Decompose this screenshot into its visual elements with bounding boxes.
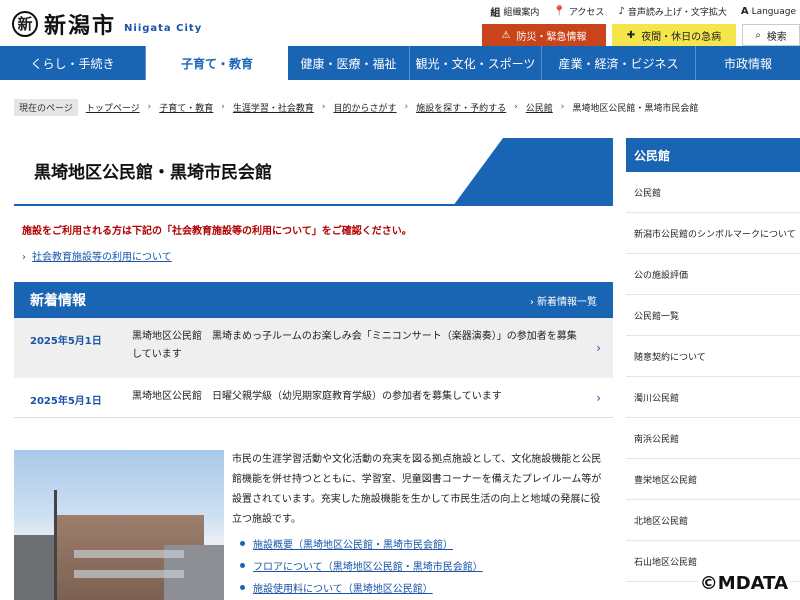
site-logo[interactable]: 新 新潟市 Niigata City (12, 8, 202, 40)
news-header: 新着情報 › 新着情報一覧 (14, 282, 613, 318)
news-item[interactable]: 2025年5月1日 黒埼地区公民館 黒埼まめっ子ルームのお楽しみ会「ミニコンサー… (14, 318, 613, 378)
sidebar-item[interactable]: 南浜公民館 (626, 418, 800, 459)
sidebar-heading[interactable]: 公民館 (626, 138, 800, 172)
nav-childcare-education[interactable]: 子育て・教育 (146, 46, 288, 80)
sidebar-item[interactable]: 豊栄地区公民館 (626, 459, 800, 500)
news-item[interactable]: 2025年5月1日 黒埼地区公民館 日曜父親学級（幼児期家庭教育学級）の参加者を… (14, 378, 613, 418)
chevron-right-icon: › (22, 252, 26, 263)
facility-photo (14, 450, 224, 600)
chevron-right-icon: › (596, 390, 601, 405)
link-fees[interactable]: 施設使用料について（黒埼地区公民館） (240, 576, 483, 598)
breadcrumb-separator: › (560, 102, 565, 112)
site-header: 新 新潟市 Niigata City 組組織案内 📍 アクセス ♪ 音声読み上げ・文… (0, 0, 800, 46)
link-overview[interactable]: 施設概要（黒埼地区公民館・黒埼市民会館） (240, 532, 483, 554)
usage-notice-link-text: 社会教育施設等の利用について (32, 252, 172, 263)
util-access[interactable]: 📍 アクセス (553, 4, 604, 19)
nav-health[interactable]: 健康・医療・福祉 (288, 46, 410, 80)
copyright-watermark: ©MDATA (697, 573, 790, 594)
util-organization[interactable]: 組組織案内 (490, 4, 539, 19)
breadcrumb-purpose[interactable]: 目的からさがす (334, 101, 397, 114)
facility-description: 市民の生涯学習活動や文化活動の充実を図る拠点施設として、文化施設機能と公民館機能… (232, 454, 602, 525)
night-emergency-button[interactable]: ✚ 夜間・休日の急病 (612, 24, 736, 46)
sidebar-item[interactable]: 北地区公民館 (626, 500, 800, 541)
news-date: 2025年5月1日 (30, 396, 102, 407)
sidebar-item[interactable]: 新潟市公民館のシンボルマークについて (626, 213, 800, 254)
page-title-block: 黒埼地区公民館・黒埼市民会館 (14, 138, 613, 206)
breadcrumb-current-label: 現在のページ (14, 98, 78, 116)
link-floor[interactable]: フロアについて（黒埼地区公民館・黒埼市民会館） (240, 554, 483, 576)
logo-english: Niigata City (124, 22, 203, 34)
breadcrumb-separator: › (221, 102, 225, 112)
global-nav: くらし・手続き 子育て・教育 健康・医療・福祉 観光・文化・スポーツ 産業・経済… (0, 46, 800, 80)
news-date: 2025年5月1日 (30, 336, 102, 347)
breadcrumb-separator: › (321, 102, 326, 112)
title-underline (14, 204, 613, 206)
util-language[interactable]: A Language (741, 4, 796, 19)
breadcrumb-separator: › (147, 102, 152, 112)
breadcrumb-facilities[interactable]: 施設を探す・予約する (416, 101, 506, 114)
logo-text: 新潟市 (44, 14, 117, 39)
breadcrumb-current: 黒埼地区公民館・黒埼市民会館 (572, 103, 699, 114)
sidebar: 公民館 公民館 新潟市公民館のシンボルマークについて 公の施設評価 公民館一覧 … (626, 138, 800, 582)
bullet-icon (240, 584, 245, 590)
usage-notice: 施設をご利用される方は下記の「社会教育施設等の利用について」をご確認ください。 (22, 226, 412, 237)
speaker-icon: ♪ (618, 6, 625, 17)
hospital-icon: ✚ (626, 29, 636, 41)
bullet-icon (240, 562, 245, 568)
breadcrumb: 現在のページ トップページ › 子育て・教育 › 生涯学習・社会教育 › 目的か… (0, 94, 800, 120)
disaster-info-button[interactable]: ⚠ 防災・緊急情報 (482, 24, 606, 46)
news-text: 黒埼地区公民館 黒埼まめっ子ルームのお楽しみ会「ミニコンサート（楽器演奏）」の参… (132, 331, 577, 360)
city-emblem-icon: 新 (12, 11, 38, 37)
sidebar-item[interactable]: 公民館 (626, 172, 800, 213)
alert-buttons: ⚠ 防災・緊急情報 ✚ 夜間・休日の急病 ⌕ 検索 (482, 24, 800, 46)
photo-window (74, 570, 184, 578)
breadcrumb-kominkan[interactable]: 公民館 (526, 101, 553, 114)
nav-industry-label: 産業・経済・ビジネス (558, 56, 679, 71)
nav-living[interactable]: くらし・手続き (0, 46, 146, 80)
photo-pole (54, 490, 57, 600)
warning-icon: ⚠ (501, 29, 511, 41)
breadcrumb-separator: › (404, 102, 409, 112)
utility-links: 組組織案内 📍 アクセス ♪ 音声読み上げ・文字拡大 A Language (490, 4, 796, 19)
nav-childcare-label: 子育て・教育 (180, 56, 253, 71)
nav-health-label: 健康・医療・福祉 (300, 56, 397, 71)
sidebar-item[interactable]: 随意契約について (626, 336, 800, 377)
usage-notice-link[interactable]: › 社会教育施設等の利用について (22, 248, 172, 263)
nav-living-label: くらし・手続き (30, 56, 115, 71)
news-heading: 新着情報 (30, 293, 86, 309)
breadcrumb-top[interactable]: トップページ (86, 101, 140, 114)
chevron-right-icon: › (596, 341, 601, 355)
nav-tourism-label: 観光・文化・スポーツ (415, 56, 536, 71)
nav-industry[interactable]: 産業・経済・ビジネス (542, 46, 696, 80)
photo-window (74, 550, 184, 558)
news-text: 黒埼地区公民館 日曜父親学級（幼児期家庭教育学級）の参加者を募集しています (132, 391, 502, 402)
facility-links: 施設概要（黒埼地区公民館・黒埼市民会館） フロアについて（黒埼地区公民館・黒埼市… (240, 532, 483, 598)
title-accent (453, 138, 613, 206)
search-button[interactable]: ⌕ 検索 (742, 24, 800, 46)
breadcrumb-separator: › (514, 102, 518, 112)
nav-tourism[interactable]: 観光・文化・スポーツ (410, 46, 542, 80)
map-pin-icon: 📍 (553, 6, 566, 17)
nav-city-admin[interactable]: 市政情報 (696, 46, 800, 80)
nav-city-admin-label: 市政情報 (723, 56, 772, 71)
sidebar-item[interactable]: 公の施設評価 (626, 254, 800, 295)
search-icon: ⌕ (755, 29, 761, 41)
sidebar-item[interactable]: 濁川公民館 (626, 377, 800, 418)
news-more-link[interactable]: › 新着情報一覧 (530, 293, 597, 308)
bullet-icon (240, 540, 245, 546)
page-title: 黒埼地区公民館・黒埼市民会館 (34, 163, 272, 183)
chevron-right-icon: › (529, 296, 534, 308)
util-voice[interactable]: ♪ 音声読み上げ・文字拡大 (618, 4, 726, 19)
breadcrumb-childcare[interactable]: 子育て・教育 (159, 101, 213, 114)
language-icon: A (740, 6, 749, 17)
breadcrumb-lifelong[interactable]: 生涯学習・社会教育 (233, 101, 314, 114)
sidebar-item[interactable]: 公民館一覧 (626, 295, 800, 336)
organization-icon: 組 (490, 8, 501, 19)
